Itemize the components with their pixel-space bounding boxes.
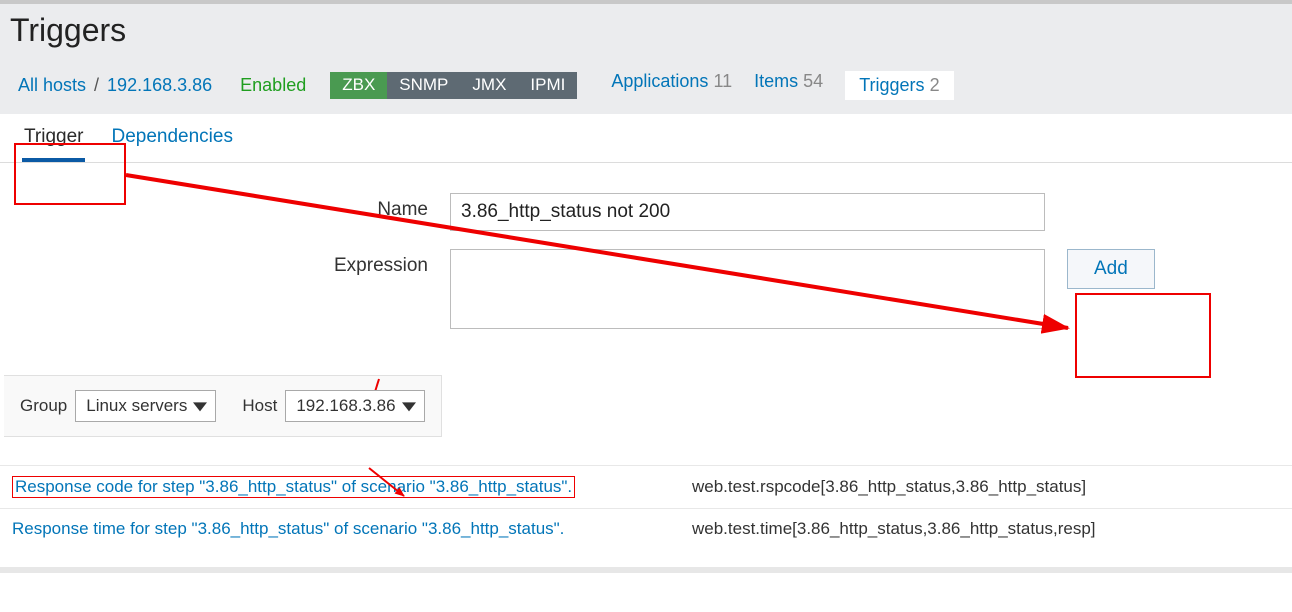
item-link[interactable]: Response time for step "3.86_http_status…: [12, 519, 564, 538]
tab-dependencies[interactable]: Dependencies: [109, 124, 234, 162]
label-name: Name: [20, 193, 450, 221]
item-key: web.test.rspcode[3.86_http_status,3.86_h…: [680, 466, 1292, 509]
count: 11: [713, 71, 732, 91]
pill-ipmi: IPMI: [518, 72, 577, 99]
breadcrumb-separator: /: [92, 75, 101, 96]
breadcrumb-bar: All hosts / 192.168.3.86 Enabled ZBX SNM…: [0, 67, 1292, 114]
agent-pills: ZBX SNMP JMX IPMI: [330, 72, 577, 99]
section-links: Applications 11 Items 54 Triggers 2: [611, 71, 953, 100]
footer-divider: [0, 567, 1292, 573]
count: 54: [803, 71, 823, 91]
item-link[interactable]: Response code for step "3.86_http_status…: [15, 477, 572, 496]
link-applications[interactable]: Applications 11: [611, 71, 732, 100]
label-expression: Expression: [20, 249, 450, 277]
pill-snmp: SNMP: [387, 72, 460, 99]
link-triggers[interactable]: Triggers 2: [845, 71, 953, 100]
item-key: web.test.time[3.86_http_status,3.86_http…: [680, 509, 1292, 550]
label-group: Group: [20, 396, 67, 416]
breadcrumb-host[interactable]: 192.168.3.86: [107, 75, 212, 96]
pill-jmx: JMX: [460, 72, 518, 99]
table-row: Response code for step "3.86_http_status…: [0, 466, 1292, 509]
count: 2: [930, 75, 940, 95]
label-host: Host: [242, 396, 277, 416]
items-table: Response code for step "3.86_http_status…: [0, 465, 1292, 549]
input-expression[interactable]: [450, 249, 1045, 329]
tab-trigger[interactable]: Trigger: [22, 124, 85, 162]
label: Triggers: [859, 75, 924, 95]
select-group[interactable]: Linux servers: [75, 390, 216, 422]
input-name[interactable]: [450, 193, 1045, 231]
tab-bar: Trigger Dependencies: [0, 114, 1292, 163]
link-items[interactable]: Items 54: [754, 71, 823, 100]
status-enabled: Enabled: [240, 75, 306, 96]
annotation-highlight-item: Response code for step "3.86_http_status…: [12, 476, 575, 498]
select-host[interactable]: 192.168.3.86: [285, 390, 424, 422]
label: Items: [754, 71, 798, 91]
add-button[interactable]: Add: [1067, 249, 1155, 289]
filter-bar: Group Linux servers Host 192.168.3.86: [4, 375, 442, 437]
pill-zbx: ZBX: [330, 72, 387, 99]
table-row: Response time for step "3.86_http_status…: [0, 509, 1292, 550]
breadcrumb-all-hosts[interactable]: All hosts: [18, 75, 86, 96]
page-title: Triggers: [0, 4, 1292, 67]
trigger-form: Name Expression Add: [0, 163, 1292, 367]
label: Applications: [611, 71, 708, 91]
